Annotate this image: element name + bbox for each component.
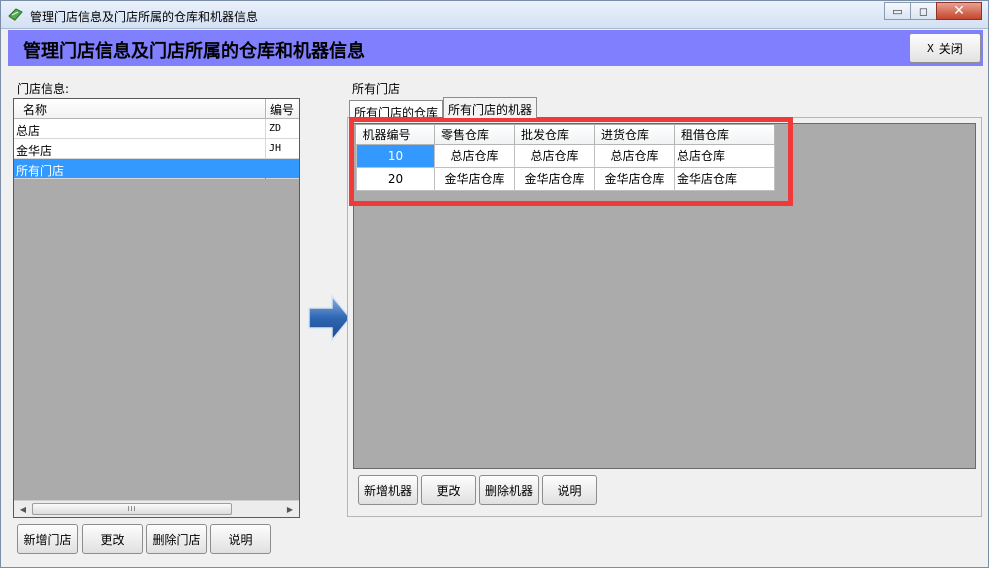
machine-help-button[interactable]: 说明: [542, 475, 597, 505]
tab-store-machines[interactable]: 所有门店的机器: [443, 97, 538, 118]
store-help-button[interactable]: 说明: [210, 524, 271, 554]
store-list-header: 名称 编号: [14, 99, 299, 119]
column-header-retail-warehouse[interactable]: 零售仓库: [434, 125, 515, 145]
scroll-right-icon[interactable]: ▶: [283, 503, 297, 516]
column-header-code[interactable]: 编号: [267, 99, 299, 118]
page-title: 管理门店信息及门店所属的仓库和机器信息: [23, 41, 365, 62]
machine-grid[interactable]: 机器编号 零售仓库 批发仓库 进货仓库 租借仓库 10 总店仓库 总店仓库 总店…: [353, 123, 976, 469]
minimize-icon: ▭: [892, 4, 903, 18]
title-bar[interactable]: 管理门店信息及门店所属的仓库和机器信息 ▭ ◻ ✕: [1, 1, 988, 29]
close-x-icon: X: [927, 41, 934, 55]
right-arrow-icon: [308, 293, 351, 343]
close-button-label: 关闭: [938, 41, 963, 56]
close-button[interactable]: X 关闭: [909, 33, 981, 63]
table-row[interactable]: 20 金华店仓库 金华店仓库 金华店仓库 金华店仓库: [356, 167, 775, 191]
delete-machine-button[interactable]: 删除机器: [479, 475, 539, 505]
store-code: [267, 159, 299, 179]
window-title: 管理门店信息及门店所属的仓库和机器信息: [30, 10, 259, 24]
edit-machine-button[interactable]: 更改: [421, 475, 476, 505]
all-stores-label: 所有门店: [352, 82, 401, 96]
machine-no-cell[interactable]: 20: [356, 167, 435, 191]
store-name: 金华店: [14, 139, 266, 159]
column-header-machine-no[interactable]: 机器编号: [356, 125, 435, 145]
wholesale-warehouse-cell[interactable]: 总店仓库: [514, 144, 595, 168]
store-name: 所有门店: [14, 159, 266, 179]
tab-store-warehouses[interactable]: 所有门店的仓库: [349, 100, 444, 120]
minimize-button[interactable]: ▭: [884, 2, 911, 20]
edit-store-button[interactable]: 更改: [82, 524, 143, 554]
add-store-button[interactable]: 新增门店: [17, 524, 78, 554]
add-machine-button[interactable]: 新增机器: [358, 475, 418, 505]
column-header-purchase-warehouse[interactable]: 进货仓库: [594, 125, 675, 145]
horizontal-scrollbar[interactable]: ◀ III ▶: [14, 500, 299, 517]
store-code: ZD: [269, 123, 282, 134]
store-name: 总店: [14, 119, 266, 139]
store-list[interactable]: 名称 编号 总店 ZD 金华店 JH 所有门店 ◀ III ▶: [13, 98, 300, 518]
app-window: 管理门店信息及门店所属的仓库和机器信息 ▭ ◻ ✕ 管理门店信息及门店所属的仓库…: [0, 0, 989, 568]
close-icon: ✕: [953, 3, 965, 19]
header-band: 管理门店信息及门店所属的仓库和机器信息 X 关闭: [8, 30, 983, 66]
store-row[interactable]: 总店 ZD: [14, 119, 299, 139]
machine-no-cell[interactable]: 10: [356, 144, 435, 168]
restore-icon: ◻: [918, 4, 929, 18]
rental-warehouse-cell[interactable]: 金华店仓库: [674, 167, 775, 191]
delete-store-button[interactable]: 删除门店: [146, 524, 207, 554]
store-row-selected[interactable]: 所有门店: [14, 159, 299, 179]
retail-warehouse-cell[interactable]: 金华店仓库: [434, 167, 515, 191]
window-controls: ▭ ◻ ✕: [884, 2, 982, 22]
window-close-button[interactable]: ✕: [936, 2, 982, 20]
machine-table: 机器编号 零售仓库 批发仓库 进货仓库 租借仓库 10 总店仓库 总店仓库 总店…: [356, 125, 775, 191]
column-header-rental-warehouse[interactable]: 租借仓库: [674, 125, 775, 145]
store-code: JH: [269, 143, 282, 154]
column-header-name[interactable]: 名称: [14, 99, 266, 118]
wholesale-warehouse-cell[interactable]: 金华店仓库: [514, 167, 595, 191]
maximize-button[interactable]: ◻: [910, 2, 937, 20]
machine-table-header: 机器编号 零售仓库 批发仓库 进货仓库 租借仓库: [356, 125, 775, 145]
table-row[interactable]: 10 总店仓库 总店仓库 总店仓库 总店仓库: [356, 144, 775, 168]
purchase-warehouse-cell[interactable]: 金华店仓库: [594, 167, 675, 191]
column-header-wholesale-warehouse[interactable]: 批发仓库: [514, 125, 595, 145]
scroll-thumb[interactable]: III: [32, 503, 232, 515]
purchase-warehouse-cell[interactable]: 总店仓库: [594, 144, 675, 168]
store-row[interactable]: 金华店 JH: [14, 139, 299, 159]
retail-warehouse-cell[interactable]: 总店仓库: [434, 144, 515, 168]
scroll-left-icon[interactable]: ◀: [16, 503, 30, 516]
rental-warehouse-cell[interactable]: 总店仓库: [674, 144, 775, 168]
app-icon: [8, 8, 23, 21]
store-info-label: 门店信息:: [17, 82, 70, 96]
